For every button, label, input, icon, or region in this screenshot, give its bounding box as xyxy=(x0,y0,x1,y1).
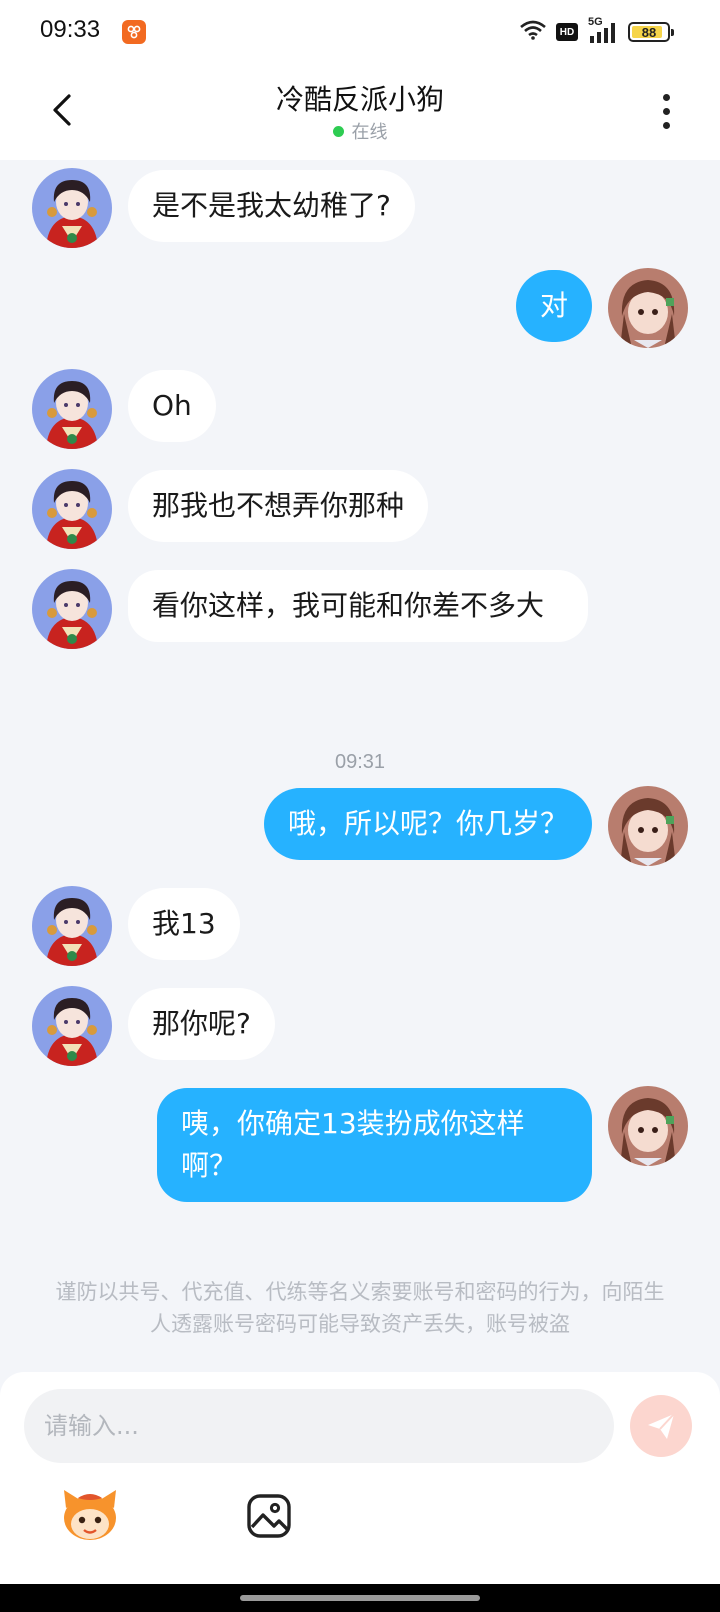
status-indicators: HD 5G 88 xyxy=(520,16,674,45)
more-vertical-icon xyxy=(662,93,670,101)
input-panel xyxy=(0,1372,720,1584)
online-status: 在线 xyxy=(0,118,720,144)
image-button[interactable] xyxy=(246,1493,292,1539)
online-status-label: 在线 xyxy=(351,122,388,143)
my-avatar[interactable] xyxy=(608,1086,688,1166)
battery-icon: 88 xyxy=(628,22,674,42)
message-bubble[interactable]: 咦，你确定13装扮成你这样啊？ xyxy=(157,1088,592,1202)
image-icon xyxy=(247,1494,291,1538)
status-time: 09:33 xyxy=(40,16,101,43)
home-indicator[interactable] xyxy=(240,1595,480,1601)
message-bubble[interactable]: 哦，所以呢？你几岁？ xyxy=(263,788,592,860)
send-icon xyxy=(648,1413,675,1439)
partner-avatar[interactable] xyxy=(32,168,112,248)
message-input[interactable] xyxy=(24,1389,614,1463)
more-button[interactable] xyxy=(648,86,684,136)
send-button[interactable] xyxy=(630,1395,692,1457)
message-bubble[interactable]: 是不是我太幼稚了? xyxy=(128,170,415,242)
safety-notice: 谨防以共号、代充值、代练等名义索要账号和密码的行为，向陌生人透露账号密码可能导致… xyxy=(55,1280,665,1336)
partner-avatar[interactable] xyxy=(32,886,112,966)
signal-icon: 5G xyxy=(588,16,618,44)
navigation-bar xyxy=(0,1584,720,1612)
partner-avatar[interactable] xyxy=(32,369,112,449)
hd-icon: HD xyxy=(556,23,578,41)
time-divider: 09:31 xyxy=(334,751,386,773)
message-bubble[interactable]: 看你这样，我可能和你差不多大 xyxy=(128,570,588,642)
message-bubble[interactable]: 那我也不想弄你那种 xyxy=(128,470,429,542)
partner-avatar[interactable] xyxy=(32,986,112,1066)
wifi-icon xyxy=(520,20,546,44)
chat-title: 冷酷反派小狗 xyxy=(275,83,444,116)
online-dot-icon xyxy=(332,125,344,137)
partner-avatar[interactable] xyxy=(32,569,112,649)
battery-level: 88 xyxy=(641,24,657,40)
mascot-icon xyxy=(64,1490,116,1540)
mascot-button[interactable] xyxy=(60,1488,120,1544)
chat-header: 冷酷反派小狗 在线 xyxy=(0,64,720,160)
message-bubble[interactable]: 对 xyxy=(515,270,592,342)
message-bubble[interactable]: Oh xyxy=(128,370,216,442)
my-avatar[interactable] xyxy=(608,268,688,348)
message-bubble[interactable]: 那你呢? xyxy=(128,988,275,1060)
my-avatar[interactable] xyxy=(608,786,688,866)
partner-avatar[interactable] xyxy=(32,469,112,549)
status-bar: 09:33 HD 5G 88 xyxy=(0,0,720,64)
message-bubble[interactable]: 我13 xyxy=(128,888,240,960)
app-icon xyxy=(122,20,146,44)
